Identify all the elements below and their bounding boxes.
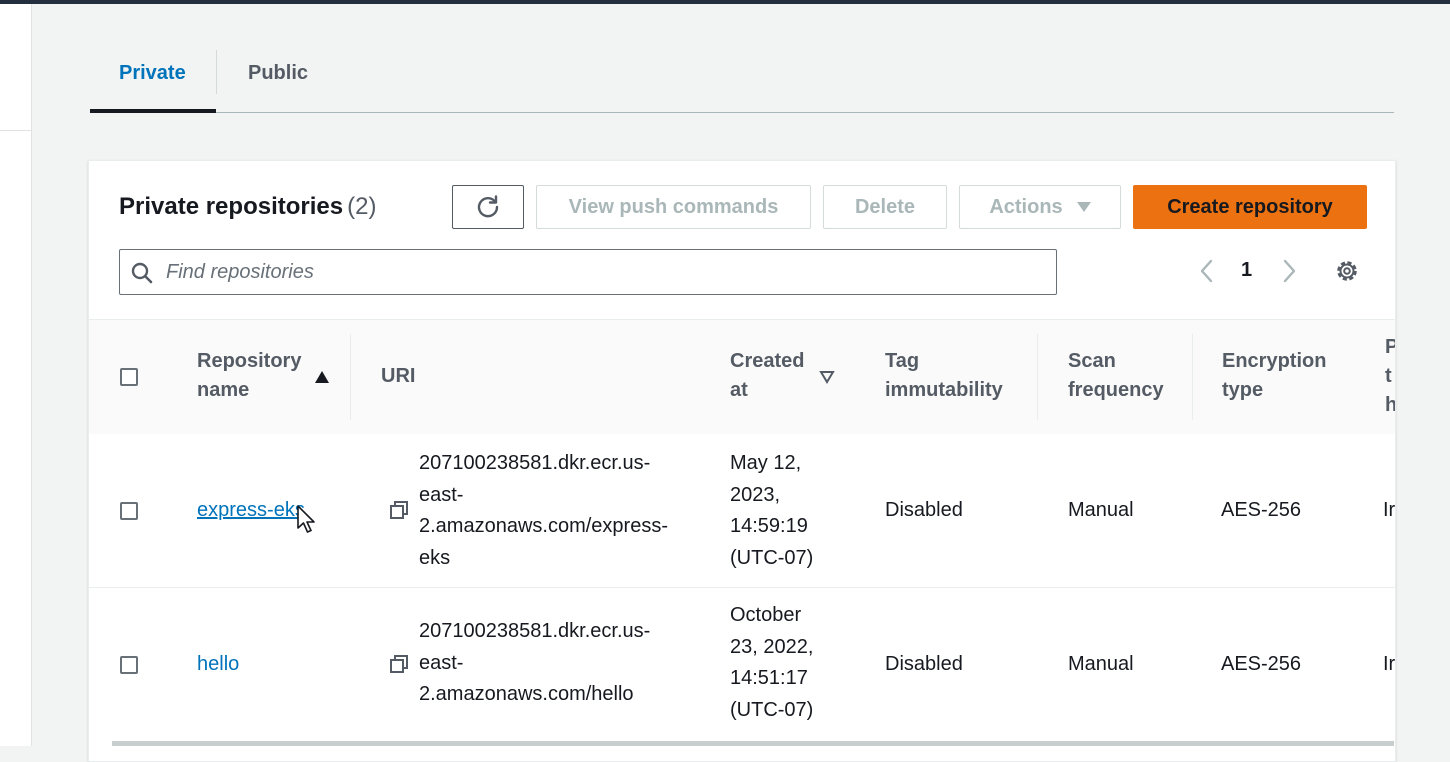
caret-down-icon <box>1076 202 1091 212</box>
table-header: Repository name URI Created at Tag immut… <box>89 319 1395 435</box>
column-divider <box>1037 334 1038 420</box>
repository-uri: 207100238581.dkr.ecr.us- east- 2.amazona… <box>419 448 668 574</box>
column-divider <box>1192 334 1193 420</box>
repository-link[interactable]: express-eks <box>197 495 305 527</box>
view-push-commands-button[interactable]: View push commands <box>536 185 811 229</box>
tag-immutability: Disabled <box>885 499 963 521</box>
header-text: Created <box>730 350 805 372</box>
header-text: Repository <box>197 350 302 372</box>
search-box <box>119 249 1057 295</box>
partial-column-value: Ir <box>1383 653 1396 675</box>
encryption-type: AES-256 <box>1221 653 1302 675</box>
date-line: May 12, <box>730 452 802 474</box>
scan-frequency: Manual <box>1068 653 1134 675</box>
select-all-checkbox[interactable] <box>120 368 138 386</box>
row-checkbox[interactable] <box>120 656 138 674</box>
header-text: name <box>197 379 250 401</box>
repository-link[interactable]: hello <box>197 649 239 681</box>
sort-ascending-icon[interactable] <box>314 370 330 384</box>
date-line: 14:51:17 <box>730 667 808 689</box>
sort-descending-icon[interactable] <box>819 370 835 384</box>
column-header-uri[interactable]: URI <box>381 362 415 391</box>
delete-button[interactable]: Delete <box>823 185 947 229</box>
date-line: 14:59:19 <box>730 515 808 537</box>
tabs-baseline <box>90 112 1394 113</box>
copy-icon[interactable] <box>389 500 409 520</box>
table-row: express-eks 207100238581.dkr.ecr.us- eas… <box>89 434 1395 588</box>
create-repository-button[interactable]: Create repository <box>1133 185 1367 229</box>
date-line: 2023, <box>730 483 781 506</box>
repository-tabs: Private Public <box>90 48 1394 114</box>
date-line: October <box>730 604 802 626</box>
uri-line: east- <box>419 651 464 674</box>
date-line: 23, 2022, <box>730 635 814 658</box>
header-text: Scan <box>1068 350 1116 372</box>
tab-separator <box>216 50 217 94</box>
tab-private[interactable]: Private <box>119 62 186 85</box>
header-text: type <box>1222 379 1264 401</box>
column-header-repository-name[interactable]: Repository name <box>197 347 301 405</box>
refresh-button[interactable] <box>452 185 524 229</box>
repositories-panel: Private repositories (2) View push comman… <box>88 160 1396 762</box>
header-text: P <box>1385 333 1395 362</box>
column-header-scan-frequency[interactable]: Scan frequency <box>1068 347 1164 405</box>
panel-title-text: Private repositories <box>119 193 344 220</box>
header-text: at <box>730 379 748 401</box>
uri-line: 207100238581.dkr.ecr.us- <box>419 620 651 642</box>
panel-title: Private repositories (2) <box>119 193 376 221</box>
uri-line: east- <box>419 483 464 506</box>
column-header-partial[interactable]: P t h <box>1385 333 1396 420</box>
encryption-type: AES-256 <box>1221 499 1302 521</box>
header-text: immutability <box>885 379 1003 401</box>
uri-line: 207100238581.dkr.ecr.us- <box>419 452 651 474</box>
top-bar <box>0 0 1450 4</box>
mouse-pointer-icon <box>297 505 315 533</box>
column-header-encryption-type[interactable]: Encryption type <box>1222 347 1326 405</box>
header-text: t <box>1385 365 1392 387</box>
active-tab-indicator <box>90 109 216 113</box>
actions-dropdown[interactable]: Actions <box>959 185 1121 229</box>
copy-icon[interactable] <box>389 654 409 674</box>
header-text: Tag <box>885 350 920 372</box>
tab-public[interactable]: Public <box>248 62 308 85</box>
uri-line: eks <box>419 546 451 569</box>
actions-label: Actions <box>989 195 1063 218</box>
side-navigation-collapsed <box>0 4 32 746</box>
column-divider <box>350 334 351 420</box>
tag-immutability: Disabled <box>885 653 963 675</box>
repository-count: (2) <box>347 193 377 220</box>
search-icon <box>131 262 153 284</box>
date-line: (UTC-07) <box>730 546 814 569</box>
scan-frequency: Manual <box>1068 499 1134 521</box>
page-number[interactable]: 1 <box>1241 259 1252 282</box>
column-header-tag-immutability[interactable]: Tag immutability <box>885 347 1003 405</box>
header-text: Encryption <box>1222 350 1327 372</box>
header-text: h <box>1385 394 1396 416</box>
uri-line: 2.amazonaws.com/hello <box>419 683 634 705</box>
created-at: May 12, 2023, 14:59:19 (UTC-07) <box>730 448 813 574</box>
find-repositories-input[interactable] <box>164 250 1048 294</box>
header-text: URI <box>381 365 416 387</box>
divider <box>0 130 31 131</box>
horizontal-scrollbar[interactable] <box>112 741 1394 746</box>
refresh-icon <box>477 195 499 218</box>
created-at: October 23, 2022, 14:51:17 (UTC-07) <box>730 600 813 726</box>
previous-page-icon[interactable] <box>1197 258 1217 284</box>
repository-uri: 207100238581.dkr.ecr.us- east- 2.amazona… <box>419 616 650 711</box>
uri-line: 2.amazonaws.com/express- <box>419 515 668 537</box>
gear-icon[interactable] <box>1333 257 1361 285</box>
column-header-created-at[interactable]: Created at <box>730 347 804 405</box>
row-checkbox[interactable] <box>120 502 138 520</box>
header-text: frequency <box>1068 379 1164 401</box>
next-page-icon[interactable] <box>1279 258 1299 284</box>
date-line: (UTC-07) <box>730 698 814 721</box>
partial-column-value: Ir <box>1383 499 1396 521</box>
table-row: hello 207100238581.dkr.ecr.us- east- 2.a… <box>89 588 1396 761</box>
